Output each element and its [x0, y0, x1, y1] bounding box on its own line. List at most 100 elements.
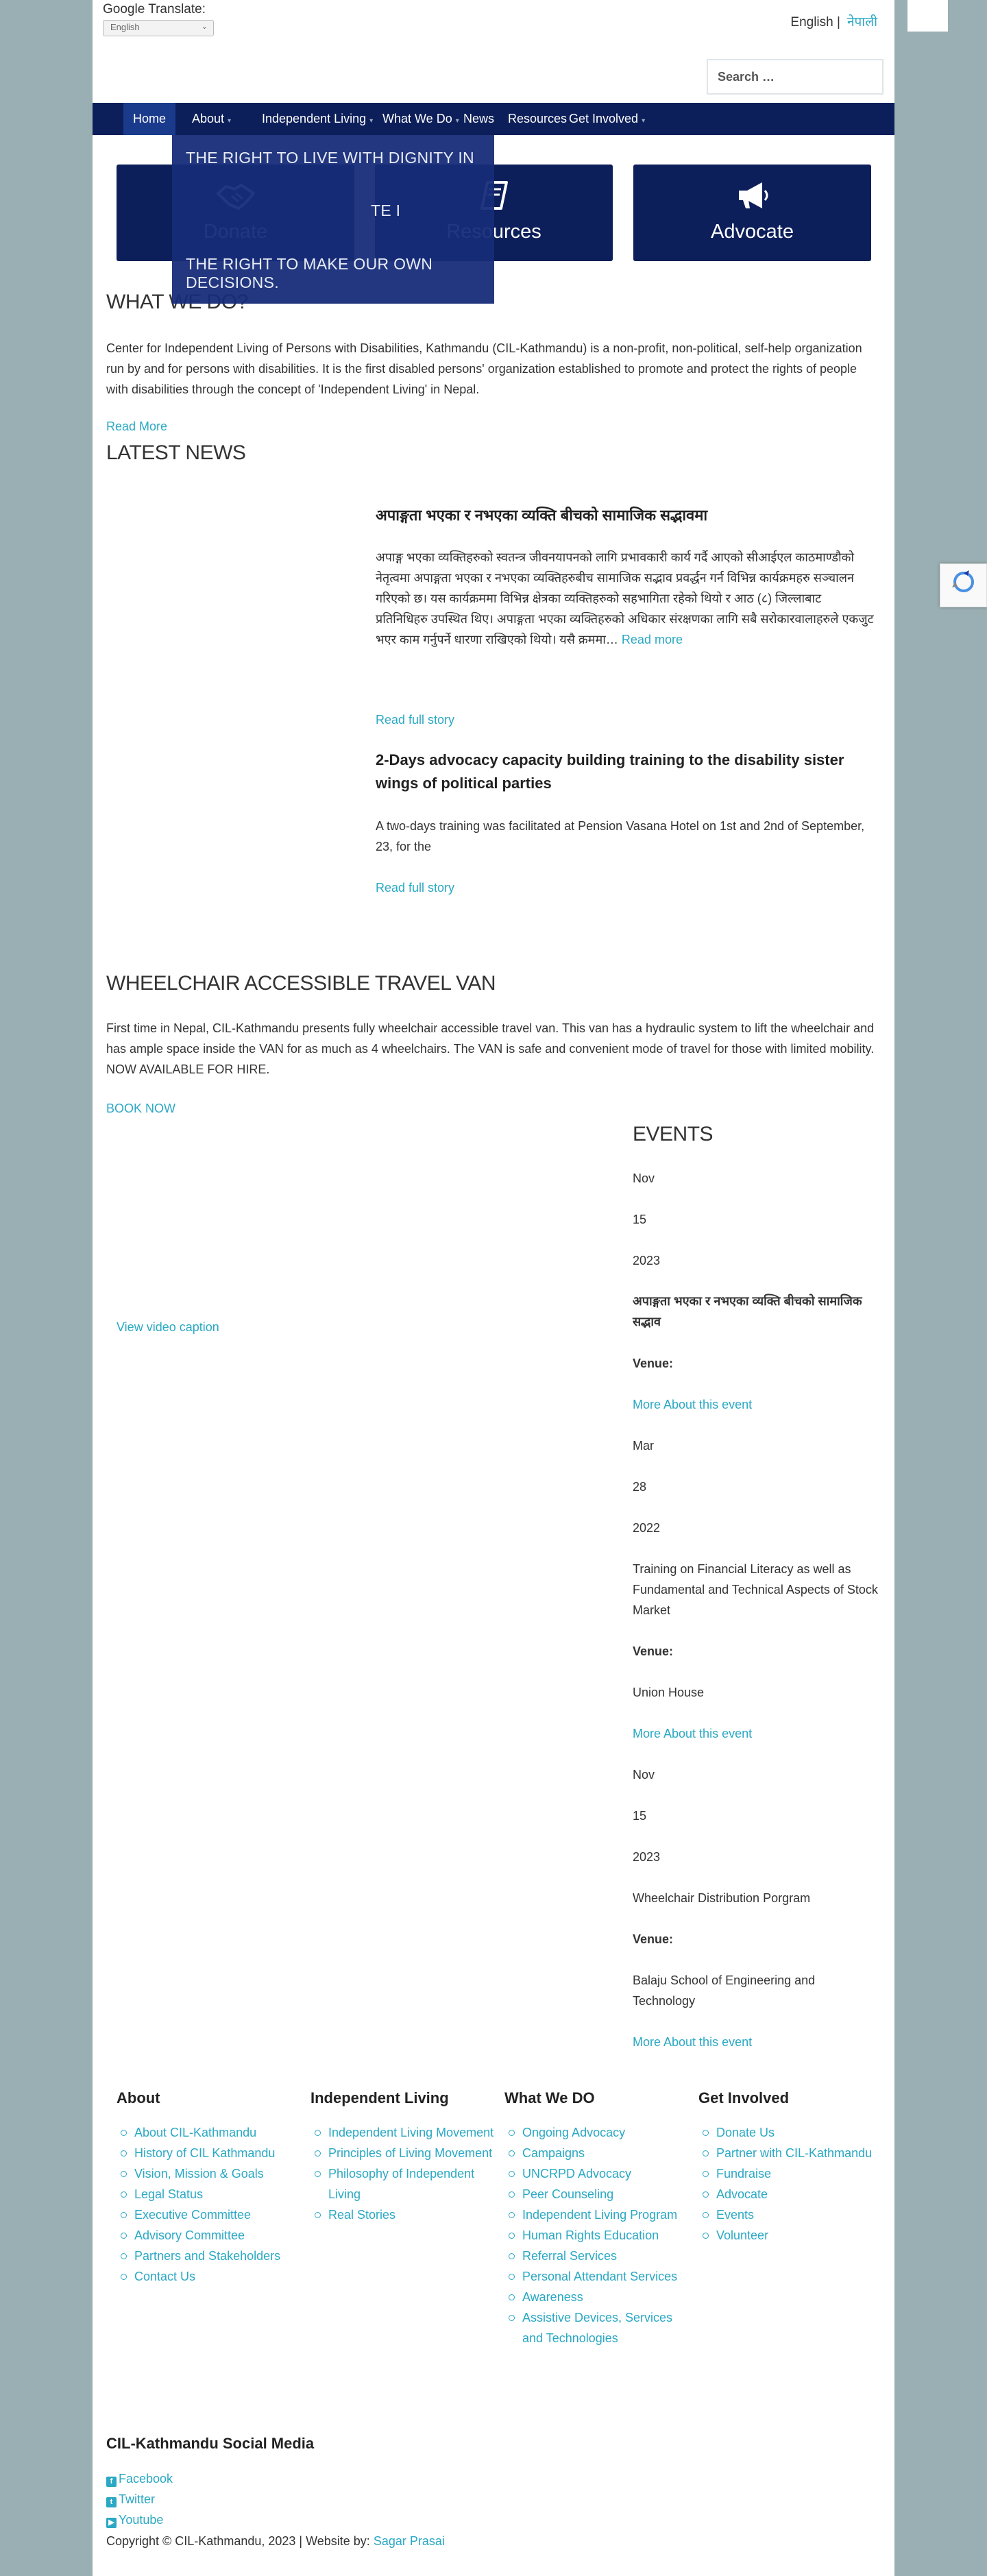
banner-line: THE RIGHT TO LIVE WITH DIGNITY IN: [186, 149, 474, 167]
footer-link[interactable]: Fundraise: [698, 2163, 884, 2184]
footer-link[interactable]: Peer Counseling: [504, 2184, 690, 2204]
footer-column: Independent Living Independent Living Mov…: [310, 2089, 496, 2225]
footer-link[interactable]: Principles of Living Movement: [310, 2143, 496, 2163]
footer-column: What We DO Ongoing Advocacy Campaigns UNCRP…: [504, 2089, 690, 2348]
footer-link[interactable]: Personal Attendant Services: [504, 2266, 690, 2287]
nav-item-home[interactable]: Home: [123, 103, 176, 135]
nav-item-independent-living[interactable]: Independent Living ▾: [252, 103, 382, 135]
event-more-link[interactable]: More About this event: [633, 1394, 879, 1415]
lang-nepali-link[interactable]: नेपाली: [847, 15, 877, 29]
copyright-text: Copyright © CIL-Kathmandu, 2023 | Websit…: [106, 2534, 370, 2548]
nav-item-about[interactable]: About ▾: [182, 103, 241, 135]
advocate-button[interactable]: Advocate: [633, 165, 871, 261]
copyright: Copyright © CIL-Kathmandu, 2023 | Websit…: [106, 2534, 445, 2549]
read-full-story-link[interactable]: Read full story: [376, 881, 454, 895]
news-read-more-link[interactable]: Read more: [622, 633, 683, 646]
footer-link[interactable]: Advocate: [698, 2184, 884, 2204]
social-media-heading: CIL-Kathmandu Social Media: [106, 2435, 315, 2452]
chevron-down-icon: ⌄: [201, 23, 208, 31]
footer-link[interactable]: Ongoing Advocacy: [504, 2122, 690, 2143]
footer-link[interactable]: Referral Services: [504, 2246, 690, 2266]
van-text: First time in Nepal, CIL-Kathmandu prese…: [106, 1021, 875, 1076]
footer-link-list: About CIL-Kathmandu History of CIL Kathma…: [117, 2122, 302, 2287]
nav-item-label: Home: [133, 112, 167, 125]
footer-column: Get Involved Donate Us Partner with CIL-Ka…: [698, 2089, 884, 2246]
main-nav: Home About ▾ Independent Living ▾ What We Do ▾…: [93, 103, 894, 135]
author-link[interactable]: Sagar Prasai: [374, 2534, 445, 2548]
footer-link[interactable]: Partner with CIL-Kathmandu: [698, 2143, 884, 2163]
read-more-link[interactable]: Read More: [106, 420, 167, 434]
event-day: 28: [633, 1480, 647, 1494]
footer-link-list: Ongoing Advocacy Campaigns UNCRPD Advocacy…: [504, 2122, 690, 2348]
news-title[interactable]: 2-Days advocacy capacity building traini…: [376, 749, 876, 795]
twitter-icon: t: [106, 2497, 117, 2507]
language-select[interactable]: English ⌄: [103, 20, 214, 36]
footer-link[interactable]: Human Rights Education: [504, 2225, 690, 2246]
nav-dropdown-banner: THE RIGHT TO LIVE WITH DIGNITY IN TE I T…: [172, 135, 494, 304]
recaptcha-badge[interactable]: [940, 563, 987, 607]
footer-link[interactable]: About CIL-Kathmandu: [117, 2122, 302, 2143]
footer-link[interactable]: Advisory Committee: [117, 2225, 302, 2246]
event-year: 2022: [633, 1521, 661, 1535]
footer-link[interactable]: Executive Committee: [117, 2204, 302, 2225]
footer-link[interactable]: Independent Living Program: [504, 2204, 690, 2225]
van-heading: WHEELCHAIR ACCESSIBLE TRAVEL VAN: [106, 972, 496, 995]
footer-link[interactable]: History of CIL Kathmandu: [117, 2143, 302, 2163]
news-title[interactable]: अपाङ्गता भएका र नभएका व्यक्ति बीचको सामा…: [376, 504, 876, 527]
event-venue-label: Venue:: [633, 1644, 674, 1658]
event-title: Wheelchair Distribution Porgram: [633, 1891, 811, 1905]
footer-link[interactable]: Events: [698, 2204, 884, 2225]
book-now-link[interactable]: BOOK NOW: [106, 1102, 175, 1116]
footer-column-title: Get Involved: [698, 2089, 790, 2106]
footer-link[interactable]: Assistive Devices, Services and Technolo…: [504, 2307, 690, 2348]
nav-item-label: Independent Living: [262, 112, 367, 125]
footer-link[interactable]: Donate Us: [698, 2122, 884, 2143]
chevron-down-icon: ▾: [228, 117, 232, 125]
footer-link[interactable]: Awareness: [504, 2287, 690, 2307]
footer-link-list: Donate Us Partner with CIL-Kathmandu Fundr…: [698, 2122, 884, 2246]
news-excerpt-text: अपाङ्ग भएका व्यक्तिहरुको स्वतन्त्र जीवनय…: [376, 550, 874, 646]
video-caption-link[interactable]: View video caption: [117, 1320, 219, 1335]
event-title: Training on Financial Literacy as well a…: [633, 1562, 878, 1617]
chevron-down-icon: ▾: [642, 117, 646, 125]
footer-link[interactable]: Vision, Mission & Goals: [117, 2163, 302, 2184]
nav-item-label: Get Involved: [569, 112, 639, 125]
footer-link[interactable]: Philosophy of Independent Living: [310, 2163, 496, 2204]
social-link-label: Facebook: [119, 2472, 173, 2486]
nav-item-label: News: [463, 112, 495, 125]
footer-column-title: What We DO: [504, 2089, 595, 2106]
read-full-story-link[interactable]: Read full story: [376, 713, 454, 727]
facebook-link[interactable]: f Facebook: [106, 2472, 173, 2487]
megaphone-icon: [738, 182, 768, 208]
what-we-do-text: Center for Independent Living of Persons…: [106, 341, 862, 396]
footer-link[interactable]: UNCRPD Advocacy: [504, 2163, 690, 2184]
nav-item-news[interactable]: News: [454, 103, 504, 135]
event-venue-label: Venue:: [633, 1357, 674, 1370]
footer-link[interactable]: Campaigns: [504, 2143, 690, 2163]
latest-news-heading: LATEST NEWS: [106, 441, 246, 464]
nav-item-get-involved[interactable]: Get Involved ▾: [559, 103, 655, 135]
banner-line: TE I: [371, 202, 401, 219]
footer-link[interactable]: Partners and Stakeholders: [117, 2246, 302, 2266]
footer-link[interactable]: Volunteer: [698, 2225, 884, 2246]
recaptcha-icon: [952, 570, 974, 592]
event-more-link[interactable]: More About this event: [633, 2032, 879, 2052]
social-link-label: Twitter: [119, 2492, 156, 2506]
twitter-link[interactable]: t Twitter: [106, 2492, 155, 2507]
search-input[interactable]: Search …: [707, 59, 884, 95]
lang-current: English |: [790, 15, 840, 29]
page-container: Google Translate: English ⌄ English | नेप…: [93, 0, 894, 2576]
news-excerpt: अपाङ्ग भएका व्यक्तिहरुको स्वतन्त्र जीवनय…: [376, 547, 876, 691]
footer-link[interactable]: Legal Status: [117, 2184, 302, 2204]
event-venue: Union House: [633, 1686, 705, 1699]
footer-link[interactable]: Independent Living Movement: [310, 2122, 496, 2143]
nav-item-label: Resources: [508, 112, 568, 125]
language-switcher: English | नेपाली: [790, 12, 877, 30]
footer-link[interactable]: Real Stories: [310, 2204, 496, 2225]
nav-item-label: About: [192, 112, 225, 125]
event-year: 2023: [633, 1254, 661, 1267]
event-more-link[interactable]: More About this event: [633, 1723, 879, 1744]
nav-item-label: What We Do: [382, 112, 452, 125]
footer-link[interactable]: Contact Us: [117, 2266, 302, 2287]
youtube-link[interactable]: ▶ Youtube: [106, 2513, 163, 2528]
